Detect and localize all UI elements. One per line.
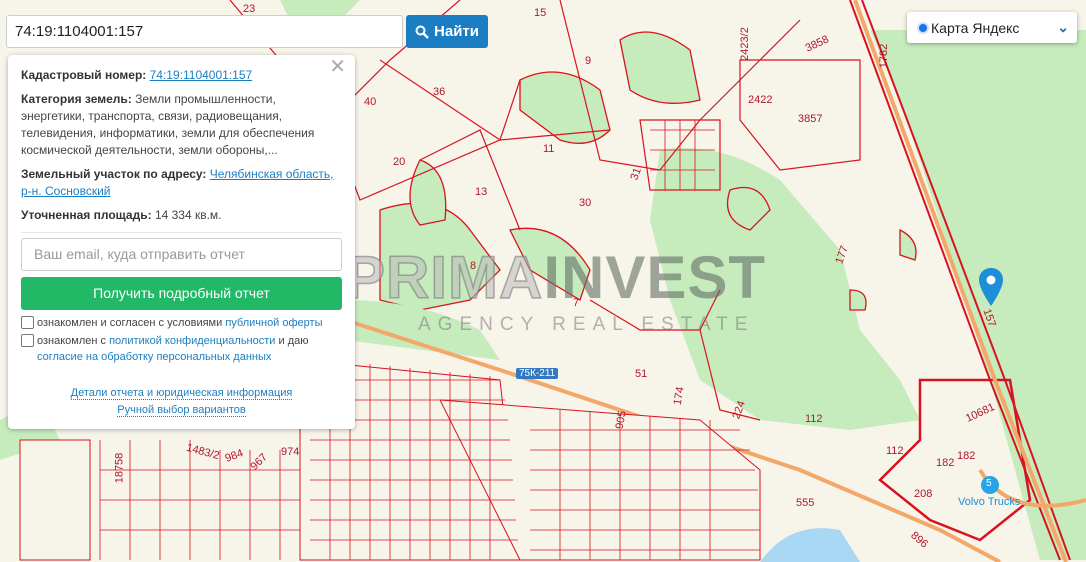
get-report-button[interactable]: Получить подробный отчет xyxy=(21,277,342,310)
public-offer-link[interactable]: публичной оферты xyxy=(225,317,322,329)
close-icon[interactable]: ✕ xyxy=(329,57,346,77)
parcel-label: 112 xyxy=(805,413,823,425)
parcel-label: 20 xyxy=(393,156,406,168)
cadastral-search-input[interactable]: 74:19:1104001:157 xyxy=(6,15,403,48)
search-button[interactable]: Найти xyxy=(406,15,488,48)
privacy-consent-label: ознакомлен с xyxy=(37,335,110,347)
divider xyxy=(21,232,342,233)
cadastral-number-label: Кадастровый номер: xyxy=(21,68,147,82)
map-layer-select[interactable]: Карта Яндекс ⌄ xyxy=(907,12,1077,43)
watermark-brand-fill: INVEST xyxy=(543,244,767,311)
parcel-label: 13 xyxy=(475,186,488,198)
parcel-label: 182 xyxy=(936,457,955,469)
cadastral-number-link[interactable]: 74:19:1104001:157 xyxy=(150,68,253,82)
parcel-label: 3857 xyxy=(798,113,823,125)
parcel-label: 51 xyxy=(635,368,648,380)
offer-checkbox[interactable] xyxy=(21,316,34,329)
area-value: 14 334 кв.м. xyxy=(154,208,222,222)
search-button-label: Найти xyxy=(434,23,479,40)
land-category-label: Категория земель: xyxy=(21,92,132,106)
radio-selected-icon xyxy=(917,21,929,34)
parcel-label: 40 xyxy=(364,96,377,108)
parcel-label: 15 xyxy=(534,7,547,19)
manual-selection-link[interactable]: Ручной выбор вариантов xyxy=(117,404,246,417)
search-icon xyxy=(415,25,429,39)
privacy-consent-text: ознакомлен с политикой конфиденциальност… xyxy=(37,333,342,365)
parcel-label: 36 xyxy=(433,86,446,98)
address-label: Земельный участок по адресу: xyxy=(21,167,207,181)
parcel-label: 2423/2 xyxy=(738,27,751,61)
parcel-label: 23 xyxy=(243,3,256,15)
parcel-label: 974 xyxy=(281,446,300,458)
parcel-label: 208 xyxy=(914,488,933,500)
parcel-label: 112 xyxy=(886,445,904,457)
watermark-tagline: AGENCY REAL ESTATE xyxy=(418,314,755,335)
location-pin-icon[interactable] xyxy=(978,268,1004,306)
report-details-link[interactable]: Детали отчета и юридическая информация xyxy=(70,387,293,400)
offer-consent-label: ознакомлен и согласен с условиями xyxy=(37,317,226,329)
watermark-logo: PRIMAINVEST xyxy=(344,243,767,312)
parcel-label: 182 xyxy=(957,450,976,462)
chevron-down-icon: ⌄ xyxy=(1057,19,1069,35)
privacy-policy-link[interactable]: политикой конфиденциальности xyxy=(109,335,275,347)
personal-data-consent-link[interactable]: согласие на обработку персональных данны… xyxy=(37,351,271,363)
area-label: Уточненная площадь: xyxy=(21,208,152,222)
offer-consent-text: ознакомлен и согласен с условиями публич… xyxy=(37,315,323,331)
map-layer-selected-label: Карта Яндекс xyxy=(931,19,1020,36)
parcel-label: 11 xyxy=(543,143,555,155)
road-badge: 75К-211 xyxy=(516,368,559,379)
parcel-label: 18758 xyxy=(113,452,126,484)
poi-name[interactable]: Volvo Trucks xyxy=(958,496,1020,508)
parcel-label: 30 xyxy=(579,197,592,209)
parcel-label: 2422 xyxy=(748,94,773,106)
poi-number: 5 xyxy=(986,478,992,489)
watermark-brand-outline: PRIMA xyxy=(344,243,544,312)
parcel-label: 1782 xyxy=(878,43,891,69)
privacy-consent-mid: и даю xyxy=(275,335,309,347)
parcel-label: 555 xyxy=(796,497,815,509)
email-input[interactable]: Ваш email, куда отправить отчет xyxy=(21,238,342,271)
parcel-info-panel: ✕ Кадастровый номер: 74:19:1104001:157 К… xyxy=(8,55,355,429)
parcel-label: 9 xyxy=(585,55,592,67)
privacy-checkbox[interactable] xyxy=(21,334,34,347)
